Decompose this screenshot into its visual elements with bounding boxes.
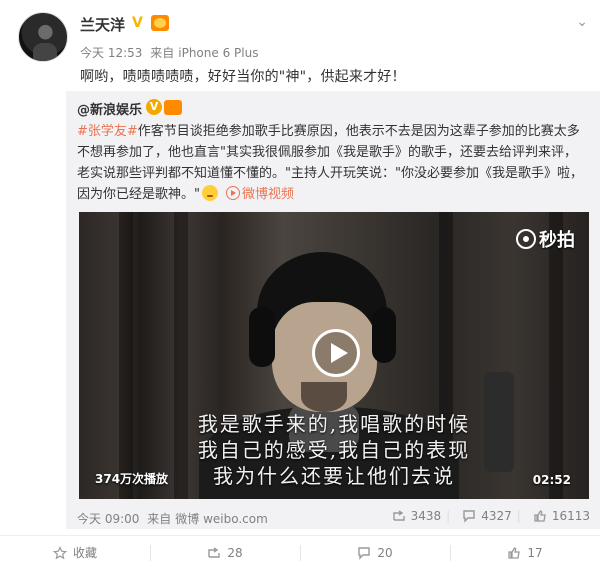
reposted-weibo: @新浪娱乐 V #张学友#作客节目谈拒绝参加歌手比赛原因，他表示不去是因为这辈子… xyxy=(66,91,600,529)
post-text: 啊哟，啧啧啧啧啧，好好当你的"神"，供起来才好！ xyxy=(80,69,406,85)
source-prefix: 来自 xyxy=(150,46,175,60)
source-prefix: 来自 xyxy=(147,512,172,526)
like-action-count: 17 xyxy=(527,545,543,560)
action-bar: 收藏 28 20 17 xyxy=(0,535,600,569)
thumbs-up-icon xyxy=(508,546,521,559)
like-count: 16113 xyxy=(551,509,590,523)
member-level-icon[interactable] xyxy=(164,100,182,115)
favorite-label: 收藏 xyxy=(72,546,97,560)
chevron-down-icon[interactable]: ⌄ xyxy=(576,14,588,30)
headphone-icon xyxy=(249,307,275,367)
repost-stats: 3438 | 4327 | 16113 xyxy=(392,509,590,523)
post-source[interactable]: iPhone 6 Plus xyxy=(178,46,258,60)
comment-icon xyxy=(463,510,475,523)
miaopai-watermark: 秒拍 xyxy=(516,226,575,252)
share-icon xyxy=(208,546,221,558)
subtitle-line: 我自己的感受,我自己的表现 xyxy=(197,438,471,462)
comment-button[interactable]: 20 xyxy=(300,536,450,569)
comment-icon xyxy=(358,546,371,560)
author-avatar[interactable] xyxy=(18,12,68,62)
post-meta: 今天 12:53 来自 iPhone 6 Plus xyxy=(80,44,262,61)
share-icon xyxy=(392,510,405,521)
repost-source[interactable]: 微博 weibo.com xyxy=(175,512,268,526)
star-icon xyxy=(52,545,67,559)
headphone-icon xyxy=(372,307,396,363)
video-play-icon xyxy=(225,186,240,200)
repost-time[interactable]: 今天 09:00 xyxy=(77,512,139,526)
member-level-icon[interactable] xyxy=(151,15,169,31)
like-count-button[interactable]: 16113 xyxy=(533,509,590,523)
divider: | xyxy=(446,509,451,523)
view-count: 374万次播放 xyxy=(95,472,169,486)
divider: | xyxy=(516,509,521,523)
video-player[interactable]: 秒拍 我是歌手来的,我唱歌的时候 我自己的感受,我自己的表现 我为什么还要让他们… xyxy=(79,212,589,499)
repost-action-count: 28 xyxy=(227,545,243,560)
repost-text: #张学友#作客节目谈拒绝参加歌手比赛原因，他表示不去是因为这辈子参加的比赛太多不… xyxy=(77,121,589,205)
verified-icon: V xyxy=(146,99,162,115)
play-button[interactable] xyxy=(312,329,360,377)
author-name[interactable]: 兰天洋 xyxy=(80,14,125,35)
subtitle-line: 我是歌手来的,我唱歌的时候 xyxy=(197,412,471,436)
comment-action-count: 20 xyxy=(377,545,393,560)
like-button[interactable]: 17 xyxy=(450,536,600,569)
topic-link[interactable]: #张学友# xyxy=(77,124,138,139)
repost-count-button[interactable]: 3438 | xyxy=(392,509,451,523)
post-time[interactable]: 今天 12:53 xyxy=(80,46,142,60)
repost-meta: 今天 09:00 来自 微博 weibo.com xyxy=(77,510,272,527)
repost-author[interactable]: @新浪娱乐 xyxy=(77,99,142,118)
verified-icon: V xyxy=(132,15,143,31)
video-duration: 02:52 xyxy=(532,473,571,487)
repost-count: 3438 xyxy=(410,509,442,523)
smile-emoji-icon xyxy=(201,185,218,201)
thumbs-up-icon xyxy=(534,510,546,522)
comment-count-button[interactable]: 4327 | xyxy=(462,509,521,523)
weibo-card: 兰天洋 V ⌄ 今天 12:53 来自 iPhone 6 Plus 啊哟，啧啧啧啧… xyxy=(0,0,600,569)
comment-count: 4327 xyxy=(481,509,512,523)
watermark-label: 秒拍 xyxy=(539,230,575,251)
video-link-label: 微博视频 xyxy=(241,187,294,202)
video-link[interactable]: 微博视频 xyxy=(225,186,294,202)
favorite-button[interactable]: 收藏 xyxy=(0,536,150,569)
repost-button[interactable]: 28 xyxy=(150,536,300,569)
repost-body: 作客节目谈拒绝参加歌手比赛原因，他表示不去是因为这辈子参加的比赛太多不想再参加了… xyxy=(77,124,583,202)
miaopai-logo-icon xyxy=(516,229,536,249)
